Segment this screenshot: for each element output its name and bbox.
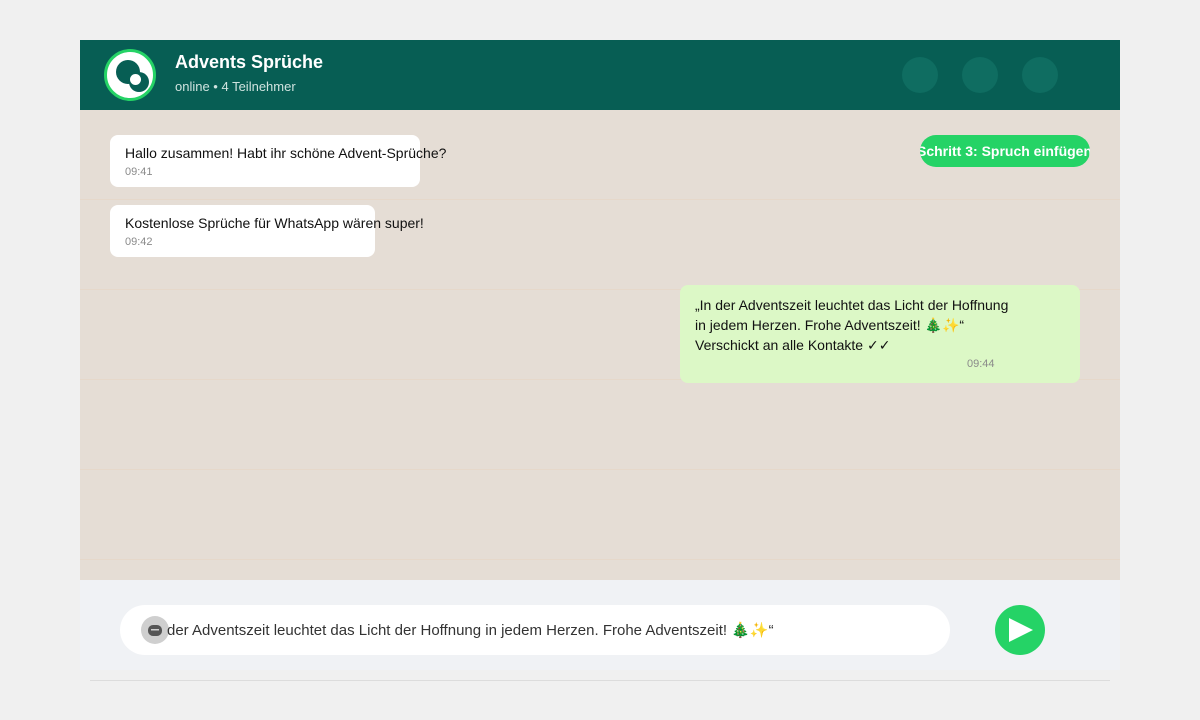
message-bubble-incoming[interactable]: Kostenlose Sprüche für WhatsApp wären su… (110, 205, 424, 257)
step-badge: Schritt 3: Spruch einfügen (920, 135, 1090, 167)
message-time: 09:41 (125, 166, 153, 178)
composer-bar: der Adventszeit leuchtet das Licht der H… (80, 580, 1120, 670)
message-line: Verschickt an alle Kontakte ✓✓ (695, 337, 891, 353)
send-button[interactable] (995, 605, 1045, 655)
divider (90, 680, 1110, 681)
emoji-icon[interactable] (141, 616, 169, 644)
group-avatar-icon[interactable] (104, 49, 156, 101)
message-bubble-outgoing[interactable]: „In der Adventszeit leuchtet das Licht d… (680, 285, 1080, 383)
message-time: 09:44 (967, 358, 995, 370)
message-line: Hallo zusammen! Habt ihr schöne Advent-S… (125, 145, 447, 161)
message-input[interactable]: der Adventszeit leuchtet das Licht der H… (120, 605, 950, 655)
header-action-icon[interactable] (902, 57, 938, 93)
message-input-value[interactable]: der Adventszeit leuchtet das Licht der H… (167, 621, 774, 639)
chat-title: Advents Sprüche (175, 52, 324, 72)
message-list[interactable]: Hallo zusammen! Habt ihr schöne Advent-S… (80, 110, 1120, 580)
send-icon (1009, 618, 1033, 642)
chat-window: Advents Sprüche online • 4 Teilnehmer Ha… (80, 40, 1120, 670)
message-line: Kostenlose Sprüche für WhatsApp wären su… (125, 215, 424, 231)
message-bubble-incoming[interactable]: Hallo zusammen! Habt ihr schöne Advent-S… (110, 135, 446, 187)
message-text: „In der Adventszeit leuchtet das Licht d… (695, 295, 1008, 355)
message-text: Hallo zusammen! Habt ihr schöne Advent-S… (125, 143, 446, 163)
message-time: 09:42 (125, 236, 153, 248)
message-text: Kostenlose Sprüche für WhatsApp wären su… (125, 213, 424, 233)
avatar-shape (130, 74, 141, 85)
header-action-icon[interactable] (1022, 57, 1058, 93)
header-action-icon[interactable] (962, 57, 998, 93)
chat-header: Advents Sprüche online • 4 Teilnehmer (80, 40, 1120, 110)
message-line: in jedem Herzen. Frohe Adventszeit! 🎄✨“ (695, 317, 965, 333)
step-badge-label: Schritt 3: Spruch einfügen (920, 143, 1090, 159)
message-line: „In der Adventszeit leuchtet das Licht d… (695, 297, 1009, 313)
emoji-icon-glyph (148, 625, 162, 636)
chat-status: online • 4 Teilnehmer (175, 79, 296, 94)
